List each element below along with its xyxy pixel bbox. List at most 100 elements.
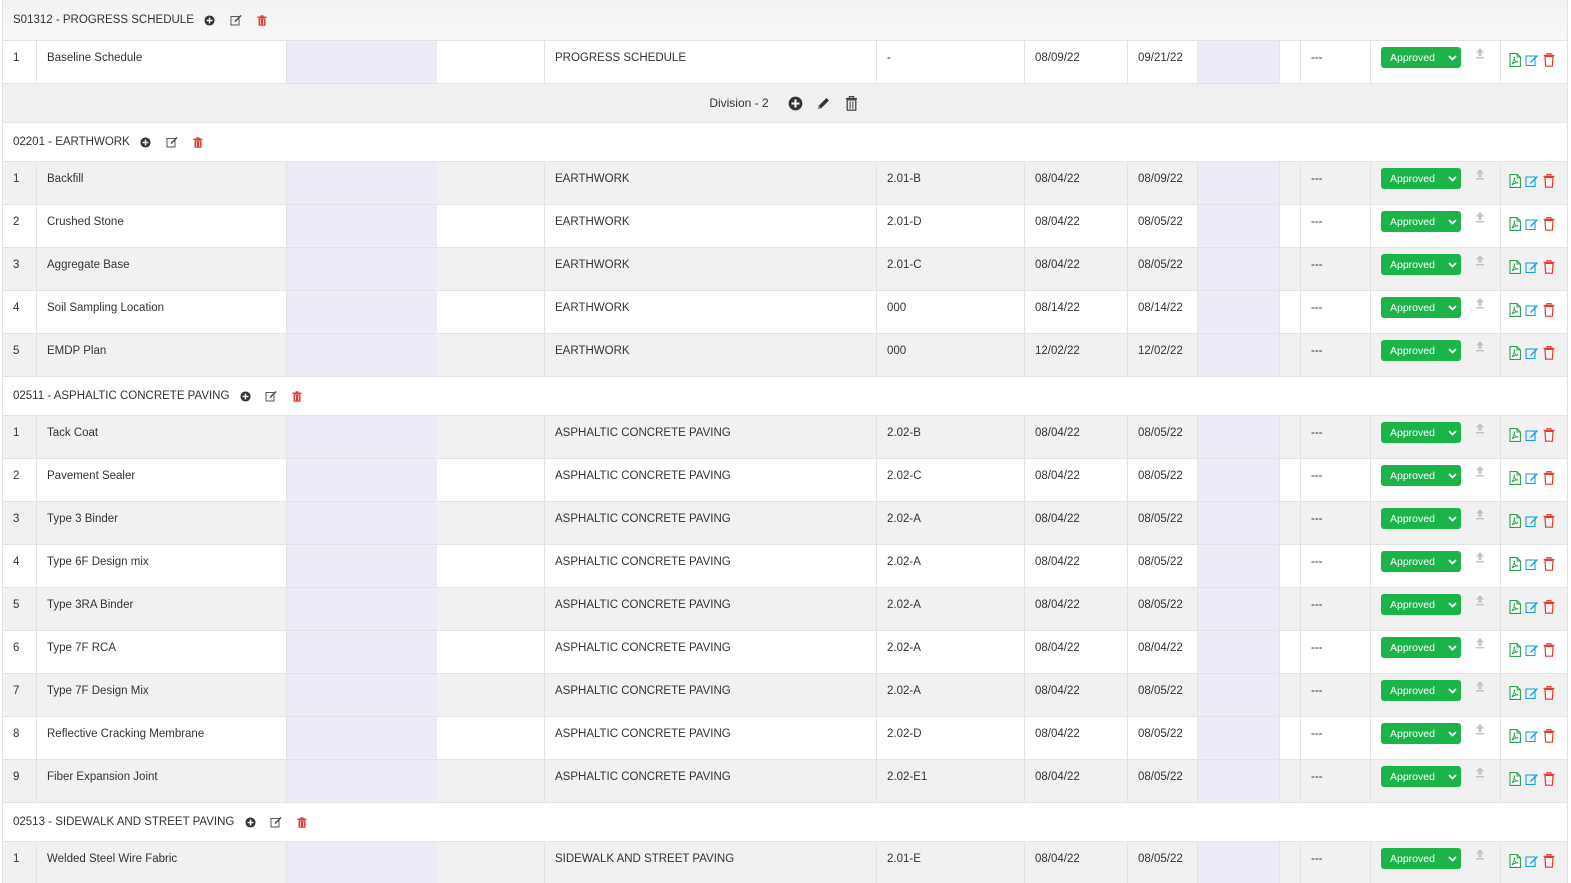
pdf-icon[interactable]: [1509, 771, 1521, 787]
upload-icon[interactable]: [1475, 766, 1485, 778]
remarks-text: ---: [1311, 470, 1323, 482]
upload-icon[interactable]: [1475, 637, 1485, 649]
pdf-icon[interactable]: [1509, 259, 1521, 275]
pdf-icon[interactable]: [1509, 853, 1521, 869]
pdf-icon[interactable]: [1509, 642, 1521, 658]
pdf-icon[interactable]: [1509, 470, 1521, 486]
add-icon[interactable]: [138, 134, 154, 150]
add-icon[interactable]: [237, 388, 253, 404]
edit-icon[interactable]: [164, 134, 180, 150]
status-dropdown[interactable]: Approved: [1381, 551, 1461, 572]
pdf-icon[interactable]: [1509, 345, 1521, 361]
status-dropdown[interactable]: Approved: [1381, 168, 1461, 189]
delete-icon[interactable]: [1543, 685, 1555, 701]
pdf-icon[interactable]: [1509, 173, 1521, 189]
edit-icon[interactable]: [1525, 853, 1539, 869]
pdf-icon[interactable]: [1509, 728, 1521, 744]
delete-icon[interactable]: [1543, 216, 1555, 232]
upload-icon[interactable]: [1475, 422, 1485, 434]
edit-icon[interactable]: [1525, 259, 1539, 275]
upload-icon[interactable]: [1475, 848, 1485, 860]
status-dropdown[interactable]: Approved: [1381, 508, 1461, 529]
edit-icon[interactable]: [1525, 771, 1539, 787]
status-dropdown[interactable]: Approved: [1381, 637, 1461, 658]
delete-icon[interactable]: [1543, 52, 1555, 68]
edit-icon[interactable]: [1525, 470, 1539, 486]
pdf-icon[interactable]: [1509, 427, 1521, 443]
upload-icon[interactable]: [1475, 465, 1485, 477]
edit-icon[interactable]: [1525, 216, 1539, 232]
upload-icon[interactable]: [1475, 723, 1485, 735]
upload-icon[interactable]: [1475, 211, 1485, 223]
upload-icon[interactable]: [1475, 340, 1485, 352]
delete-icon[interactable]: [1543, 599, 1555, 615]
status-dropdown[interactable]: Approved: [1381, 848, 1461, 869]
delete-icon[interactable]: [1543, 302, 1555, 318]
delete-icon[interactable]: [1543, 771, 1555, 787]
delete-icon[interactable]: [1543, 259, 1555, 275]
upload-icon[interactable]: [1475, 508, 1485, 520]
upload-icon[interactable]: [1475, 680, 1485, 692]
status-dropdown[interactable]: Approved: [1381, 680, 1461, 701]
trash-icon[interactable]: [843, 94, 861, 112]
delete-icon[interactable]: [294, 814, 310, 830]
status-dropdown[interactable]: Approved: [1381, 47, 1461, 68]
empty-cell: [287, 502, 437, 544]
edit-icon[interactable]: [1525, 728, 1539, 744]
delete-icon[interactable]: [1543, 427, 1555, 443]
pdf-icon[interactable]: [1509, 52, 1521, 68]
pdf-icon[interactable]: [1509, 216, 1521, 232]
status-dropdown[interactable]: Approved: [1381, 723, 1461, 744]
add-icon[interactable]: [787, 94, 805, 112]
edit-icon[interactable]: [1525, 302, 1539, 318]
delete-icon[interactable]: [190, 134, 206, 150]
status-dropdown[interactable]: Approved: [1381, 340, 1461, 361]
edit-icon[interactable]: [1525, 52, 1539, 68]
delete-icon[interactable]: [1543, 728, 1555, 744]
upload-icon[interactable]: [1475, 297, 1485, 309]
pdf-icon[interactable]: [1509, 599, 1521, 615]
status-dropdown[interactable]: Approved: [1381, 211, 1461, 232]
pdf-icon[interactable]: [1509, 685, 1521, 701]
status-dropdown[interactable]: Approved: [1381, 465, 1461, 486]
delete-icon[interactable]: [1543, 173, 1555, 189]
pdf-icon[interactable]: [1509, 302, 1521, 318]
edit-icon[interactable]: [1525, 513, 1539, 529]
pdf-icon[interactable]: [1509, 513, 1521, 529]
delete-icon[interactable]: [1543, 345, 1555, 361]
edit-icon[interactable]: [1525, 345, 1539, 361]
status-dropdown[interactable]: Approved: [1381, 766, 1461, 787]
upload-icon[interactable]: [1475, 594, 1485, 606]
edit-icon[interactable]: [1525, 173, 1539, 189]
edit-icon[interactable]: [263, 388, 279, 404]
empty-cell: [1198, 459, 1280, 501]
pdf-icon[interactable]: [1509, 556, 1521, 572]
delete-icon[interactable]: [254, 12, 270, 28]
status-dropdown[interactable]: Approved: [1381, 594, 1461, 615]
add-icon[interactable]: [242, 814, 258, 830]
delete-icon[interactable]: [1543, 556, 1555, 572]
delete-icon[interactable]: [289, 388, 305, 404]
pencil-icon[interactable]: [815, 94, 833, 112]
edit-icon[interactable]: [268, 814, 284, 830]
delete-icon[interactable]: [1543, 470, 1555, 486]
upload-icon[interactable]: [1475, 254, 1485, 266]
edit-icon[interactable]: [1525, 642, 1539, 658]
row-number: 3: [3, 502, 37, 544]
upload-icon[interactable]: [1475, 551, 1485, 563]
add-icon[interactable]: [202, 12, 218, 28]
status-dropdown[interactable]: Approved: [1381, 422, 1461, 443]
upload-icon[interactable]: [1475, 47, 1485, 59]
delete-icon[interactable]: [1543, 513, 1555, 529]
status-dropdown[interactable]: Approved: [1381, 297, 1461, 318]
submitted-date: 08/14/22: [1025, 291, 1128, 333]
delete-icon[interactable]: [1543, 853, 1555, 869]
edit-icon[interactable]: [228, 12, 244, 28]
delete-icon[interactable]: [1543, 642, 1555, 658]
edit-icon[interactable]: [1525, 685, 1539, 701]
edit-icon[interactable]: [1525, 556, 1539, 572]
edit-icon[interactable]: [1525, 599, 1539, 615]
upload-icon[interactable]: [1475, 168, 1485, 180]
status-dropdown[interactable]: Approved: [1381, 254, 1461, 275]
edit-icon[interactable]: [1525, 427, 1539, 443]
